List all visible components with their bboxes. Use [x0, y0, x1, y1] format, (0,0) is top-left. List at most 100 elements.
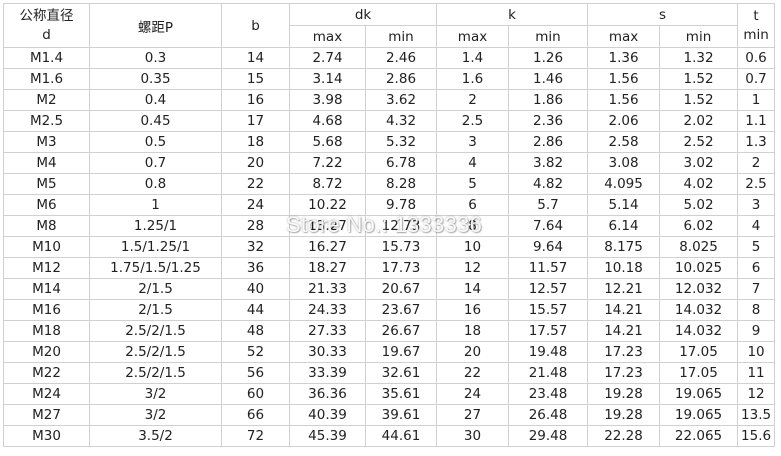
cell-s-min: 22.065	[659, 425, 739, 447]
cell-pitch: 2.5/2/1.5	[89, 362, 222, 384]
cell-t-min: 3	[737, 194, 776, 216]
header-k-max: max	[436, 25, 510, 48]
cell-k-min: 19.48	[508, 341, 589, 363]
cell-s-max: 3.08	[587, 152, 661, 174]
header-s-max: max	[587, 25, 661, 48]
cell-s-max: 1.56	[587, 89, 661, 111]
cell-k-max: 5	[436, 173, 510, 195]
table-row: M24 3/2 60 36.36 35.61 24 23.48 19.28 19.065 12	[3, 383, 776, 405]
cell-size: M24	[3, 383, 90, 405]
cell-k-max: 3	[436, 131, 510, 153]
header-dk-min: min	[364, 25, 438, 48]
cell-b: 17	[221, 110, 290, 132]
cell-s-min: 3.02	[659, 152, 739, 174]
cell-dk-min: 9.78	[364, 194, 438, 216]
cell-k-min: 12.57	[508, 278, 589, 300]
cell-s-max: 17.23	[587, 362, 661, 384]
cell-k-max: 30	[436, 425, 510, 447]
cell-t-min: 1	[737, 89, 776, 111]
cell-dk-min: 2.46	[364, 47, 438, 69]
cell-dk-max: 40.39	[289, 404, 366, 426]
cell-b: 36	[221, 257, 290, 279]
cell-s-max: 19.28	[587, 383, 661, 405]
header-t-min: min	[743, 26, 769, 43]
cell-dk-min: 17.73	[364, 257, 438, 279]
cell-k-max: 1.6	[436, 68, 510, 90]
cell-s-min: 2.02	[659, 110, 739, 132]
spec-table-body: M1.4 0.3 14 2.74 2.46 1.4 1.26 1.36 1.32 0.6 M1.6 0…	[3, 47, 776, 447]
cell-k-min: 21.48	[508, 362, 589, 384]
cell-s-max: 14.21	[587, 320, 661, 342]
cell-dk-max: 8.72	[289, 173, 366, 195]
cell-pitch: 0.35	[89, 68, 222, 90]
cell-k-max: 10	[436, 236, 510, 258]
cell-dk-max: 3.14	[289, 68, 366, 90]
cell-dk-max: 36.36	[289, 383, 366, 405]
cell-dk-max: 21.33	[289, 278, 366, 300]
cell-s-min: 1.32	[659, 47, 739, 69]
cell-k-min: 29.48	[508, 425, 589, 447]
cell-pitch: 2/1.5	[89, 278, 222, 300]
cell-pitch: 3/2	[89, 404, 222, 426]
cell-pitch: 3/2	[89, 383, 222, 405]
table-row: M1.4 0.3 14 2.74 2.46 1.4 1.26 1.36 1.32 0.6	[3, 47, 776, 69]
cell-b: 52	[221, 341, 290, 363]
table-row: M30 3.5/2 72 45.39 44.61 30 29.48 22.28 22.065 15…	[3, 425, 776, 447]
cell-dk-max: 7.22	[289, 152, 366, 174]
cell-dk-max: 27.33	[289, 320, 366, 342]
header-dk-max: max	[289, 25, 366, 48]
cell-t-min: 10	[737, 341, 776, 363]
cell-s-max: 4.095	[587, 173, 661, 195]
cell-dk-max: 24.33	[289, 299, 366, 321]
header-nominal-diameter-cn: 公称直径	[19, 7, 74, 24]
cell-s-max: 19.28	[587, 404, 661, 426]
cell-size: M2.5	[3, 110, 90, 132]
cell-pitch: 0.4	[89, 89, 222, 111]
cell-pitch: 1.75/1.5/1.25	[89, 257, 222, 279]
cell-k-min: 23.48	[508, 383, 589, 405]
cell-s-min: 6.02	[659, 215, 739, 237]
cell-size: M2	[3, 89, 90, 111]
cell-t-min: 15.6	[737, 425, 776, 447]
cell-dk-max: 45.39	[289, 425, 366, 447]
table-row: M16 2/1.5 44 24.33 23.67 16 15.57 14.21 14.032 8	[3, 299, 776, 321]
cell-b: 32	[221, 236, 290, 258]
cell-s-max: 8.175	[587, 236, 661, 258]
table-row: M4 0.7 20 7.22 6.78 4 3.82 3.08 3.02 2	[3, 152, 776, 174]
cell-size: M3	[3, 131, 90, 153]
cell-s-min: 19.065	[659, 383, 739, 405]
cell-size: M1.4	[3, 47, 90, 69]
cell-k-max: 20	[436, 341, 510, 363]
header-pitch: 螺距P	[89, 3, 222, 48]
cell-b: 24	[221, 194, 290, 216]
cell-k-min: 2.36	[508, 110, 589, 132]
header-dk: dk	[288, 3, 438, 26]
cell-b: 28	[221, 215, 290, 237]
cell-pitch: 1	[89, 194, 222, 216]
cell-dk-min: 32.61	[364, 362, 438, 384]
cell-size: M4	[3, 152, 90, 174]
table-row: M12 1.75/1.5/1.25 36 18.27 17.73 12 11.57 10.18…	[3, 257, 776, 279]
cell-s-min: 19.065	[659, 404, 739, 426]
cell-size: M12	[3, 257, 90, 279]
cell-k-min: 17.57	[508, 320, 589, 342]
cell-t-min: 1.3	[737, 131, 776, 153]
cell-dk-min: 15.73	[364, 236, 438, 258]
cell-t-min: 0.7	[737, 68, 776, 90]
cell-dk-max: 30.33	[289, 341, 366, 363]
table-row: M6 1 24 10.22 9.78 6 5.7 5.14 5.02 3	[3, 194, 776, 216]
cell-pitch: 0.3	[89, 47, 222, 69]
cell-k-min: 15.57	[508, 299, 589, 321]
cell-dk-min: 5.32	[364, 131, 438, 153]
cell-t-min: 0.6	[737, 47, 776, 69]
cell-size: M18	[3, 320, 90, 342]
cell-s-max: 14.21	[587, 299, 661, 321]
cell-b: 72	[221, 425, 290, 447]
table-row: M1.6 0.35 15 3.14 2.86 1.6 1.46 1.56 1.52 0.7	[3, 68, 776, 90]
cell-s-min: 1.52	[659, 68, 739, 90]
cell-k-max: 12	[436, 257, 510, 279]
cell-dk-min: 23.67	[364, 299, 438, 321]
cell-pitch: 0.8	[89, 173, 222, 195]
cell-t-min: 7	[737, 278, 776, 300]
cell-s-min: 5.02	[659, 194, 739, 216]
